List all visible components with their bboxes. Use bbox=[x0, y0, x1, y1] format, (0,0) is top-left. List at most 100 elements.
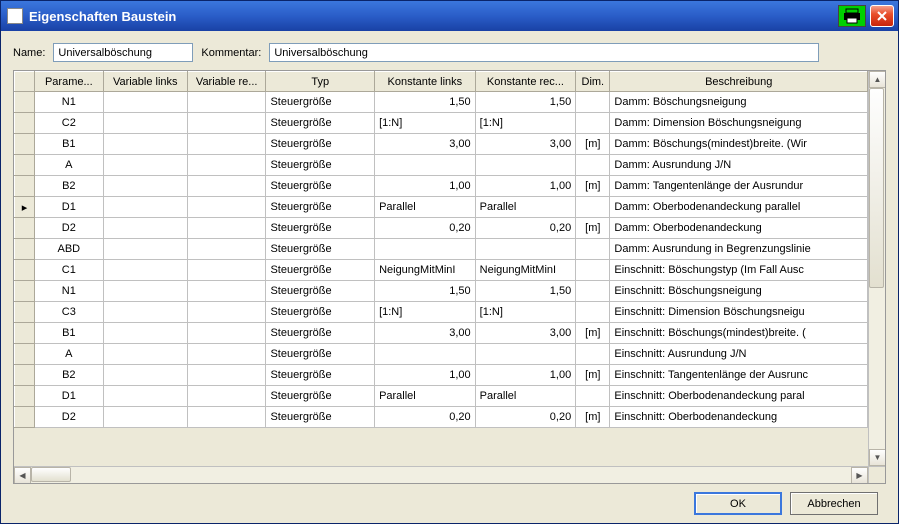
cell-konstante-links[interactable] bbox=[375, 239, 476, 260]
cell-konstante-rechts[interactable]: [1:N] bbox=[475, 302, 576, 323]
col-parameter[interactable]: Parame... bbox=[35, 72, 103, 92]
table-row[interactable]: D2Steuergröße0,200,20[m]Einschnitt: Ober… bbox=[15, 407, 868, 428]
table-row[interactable]: D2Steuergröße0,200,20[m]Damm: Oberbodena… bbox=[15, 218, 868, 239]
cell-typ[interactable]: Steuergröße bbox=[266, 218, 375, 239]
cell-variable-rechts[interactable] bbox=[187, 134, 265, 155]
table-row[interactable]: ABDSteuergrößeDamm: Ausrundung in Begren… bbox=[15, 239, 868, 260]
cell-typ[interactable]: Steuergröße bbox=[266, 323, 375, 344]
cell-variable-rechts[interactable] bbox=[187, 92, 265, 113]
cell-variable-rechts[interactable] bbox=[187, 365, 265, 386]
cell-parameter[interactable]: D1 bbox=[35, 197, 103, 218]
cell-beschreibung[interactable]: Einschnitt: Böschungstyp (Im Fall Ausc bbox=[610, 260, 868, 281]
col-konstante-rechts[interactable]: Konstante rec... bbox=[475, 72, 576, 92]
scroll-track[interactable] bbox=[869, 88, 885, 449]
table-row[interactable]: ▸D1SteuergrößeParallelParallelDamm: Ober… bbox=[15, 197, 868, 218]
table-row[interactable]: B2Steuergröße1,001,00[m]Einschnitt: Tang… bbox=[15, 365, 868, 386]
cell-konstante-links[interactable]: 1,50 bbox=[375, 92, 476, 113]
cell-konstante-links[interactable]: 1,50 bbox=[375, 281, 476, 302]
col-marker[interactable] bbox=[15, 72, 35, 92]
cell-konstante-rechts[interactable]: Parallel bbox=[475, 197, 576, 218]
cell-konstante-rechts[interactable]: Parallel bbox=[475, 386, 576, 407]
cell-variable-rechts[interactable] bbox=[187, 113, 265, 134]
col-beschreibung[interactable]: Beschreibung bbox=[610, 72, 868, 92]
table-row[interactable]: D1SteuergrößeParallelParallelEinschnitt:… bbox=[15, 386, 868, 407]
cell-parameter[interactable]: C3 bbox=[35, 302, 103, 323]
cell-variable-rechts[interactable] bbox=[187, 260, 265, 281]
close-button[interactable] bbox=[870, 5, 894, 27]
cell-dimension[interactable]: [m] bbox=[576, 176, 610, 197]
cell-konstante-rechts[interactable]: 1,00 bbox=[475, 365, 576, 386]
cell-parameter[interactable]: N1 bbox=[35, 281, 103, 302]
cell-typ[interactable]: Steuergröße bbox=[266, 344, 375, 365]
cell-konstante-links[interactable]: NeigungMitMinI bbox=[375, 260, 476, 281]
print-button[interactable] bbox=[838, 5, 866, 27]
cell-konstante-links[interactable]: 0,20 bbox=[375, 218, 476, 239]
cell-parameter[interactable]: B2 bbox=[35, 365, 103, 386]
cell-parameter[interactable]: ABD bbox=[35, 239, 103, 260]
col-variable-links[interactable]: Variable links bbox=[103, 72, 187, 92]
cell-konstante-links[interactable]: [1:N] bbox=[375, 113, 476, 134]
cell-typ[interactable]: Steuergröße bbox=[266, 239, 375, 260]
cell-variable-links[interactable] bbox=[103, 197, 187, 218]
scroll-up-button[interactable]: ▲ bbox=[869, 71, 885, 88]
cell-variable-links[interactable] bbox=[103, 239, 187, 260]
cell-variable-rechts[interactable] bbox=[187, 218, 265, 239]
cell-variable-links[interactable] bbox=[103, 134, 187, 155]
cell-dimension[interactable]: [m] bbox=[576, 407, 610, 428]
scroll-down-button[interactable]: ▼ bbox=[869, 449, 885, 466]
cell-konstante-rechts[interactable]: NeigungMitMinI bbox=[475, 260, 576, 281]
cell-beschreibung[interactable]: Einschnitt: Oberbodenandeckung paral bbox=[610, 386, 868, 407]
cancel-button[interactable]: Abbrechen bbox=[790, 492, 878, 515]
cell-parameter[interactable]: B1 bbox=[35, 323, 103, 344]
cell-parameter[interactable]: D1 bbox=[35, 386, 103, 407]
table-row[interactable]: B2Steuergröße1,001,00[m]Damm: Tangentenl… bbox=[15, 176, 868, 197]
cell-variable-rechts[interactable] bbox=[187, 176, 265, 197]
cell-dimension[interactable] bbox=[576, 155, 610, 176]
cell-parameter[interactable]: D2 bbox=[35, 407, 103, 428]
cell-variable-links[interactable] bbox=[103, 218, 187, 239]
hscroll-track[interactable] bbox=[31, 467, 851, 483]
cell-variable-links[interactable] bbox=[103, 344, 187, 365]
cell-dimension[interactable] bbox=[576, 92, 610, 113]
cell-variable-links[interactable] bbox=[103, 281, 187, 302]
cell-konstante-rechts[interactable]: 1,00 bbox=[475, 176, 576, 197]
cell-typ[interactable]: Steuergröße bbox=[266, 155, 375, 176]
comment-input[interactable] bbox=[269, 43, 819, 62]
cell-dimension[interactable] bbox=[576, 302, 610, 323]
cell-beschreibung[interactable]: Damm: Oberbodenandeckung bbox=[610, 218, 868, 239]
scroll-right-button[interactable]: ▶ bbox=[851, 467, 868, 484]
cell-variable-links[interactable] bbox=[103, 386, 187, 407]
cell-beschreibung[interactable]: Einschnitt: Tangentenlänge der Ausrunc bbox=[610, 365, 868, 386]
ok-button[interactable]: OK bbox=[694, 492, 782, 515]
table-row[interactable]: N1Steuergröße1,501,50Einschnitt: Böschun… bbox=[15, 281, 868, 302]
table-row[interactable]: ASteuergrößeEinschnitt: Ausrundung J/N bbox=[15, 344, 868, 365]
cell-parameter[interactable]: B1 bbox=[35, 134, 103, 155]
table-row[interactable]: B1Steuergröße3,003,00[m]Damm: Böschungs(… bbox=[15, 134, 868, 155]
cell-variable-links[interactable] bbox=[103, 113, 187, 134]
hscroll-thumb[interactable] bbox=[31, 467, 71, 482]
cell-variable-rechts[interactable] bbox=[187, 281, 265, 302]
cell-variable-links[interactable] bbox=[103, 323, 187, 344]
cell-parameter[interactable]: N1 bbox=[35, 92, 103, 113]
cell-konstante-links[interactable]: Parallel bbox=[375, 386, 476, 407]
cell-variable-links[interactable] bbox=[103, 302, 187, 323]
cell-konstante-rechts[interactable]: 0,20 bbox=[475, 407, 576, 428]
table-row[interactable]: B1Steuergröße3,003,00[m]Einschnitt: Bösc… bbox=[15, 323, 868, 344]
cell-parameter[interactable]: A bbox=[35, 344, 103, 365]
cell-konstante-rechts[interactable]: 3,00 bbox=[475, 134, 576, 155]
horizontal-scrollbar[interactable]: ◀ ▶ bbox=[14, 466, 885, 483]
cell-variable-links[interactable] bbox=[103, 407, 187, 428]
cell-beschreibung[interactable]: Damm: Böschungsneigung bbox=[610, 92, 868, 113]
cell-dimension[interactable]: [m] bbox=[576, 365, 610, 386]
cell-parameter[interactable]: A bbox=[35, 155, 103, 176]
cell-konstante-rechts[interactable]: 1,50 bbox=[475, 281, 576, 302]
cell-variable-rechts[interactable] bbox=[187, 239, 265, 260]
cell-parameter[interactable]: B2 bbox=[35, 176, 103, 197]
cell-dimension[interactable]: [m] bbox=[576, 134, 610, 155]
cell-beschreibung[interactable]: Einschnitt: Dimension Böschungsneigu bbox=[610, 302, 868, 323]
cell-typ[interactable]: Steuergröße bbox=[266, 386, 375, 407]
cell-konstante-links[interactable]: [1:N] bbox=[375, 302, 476, 323]
cell-beschreibung[interactable]: Einschnitt: Oberbodenandeckung bbox=[610, 407, 868, 428]
cell-konstante-links[interactable] bbox=[375, 344, 476, 365]
cell-beschreibung[interactable]: Damm: Dimension Böschungsneigung bbox=[610, 113, 868, 134]
